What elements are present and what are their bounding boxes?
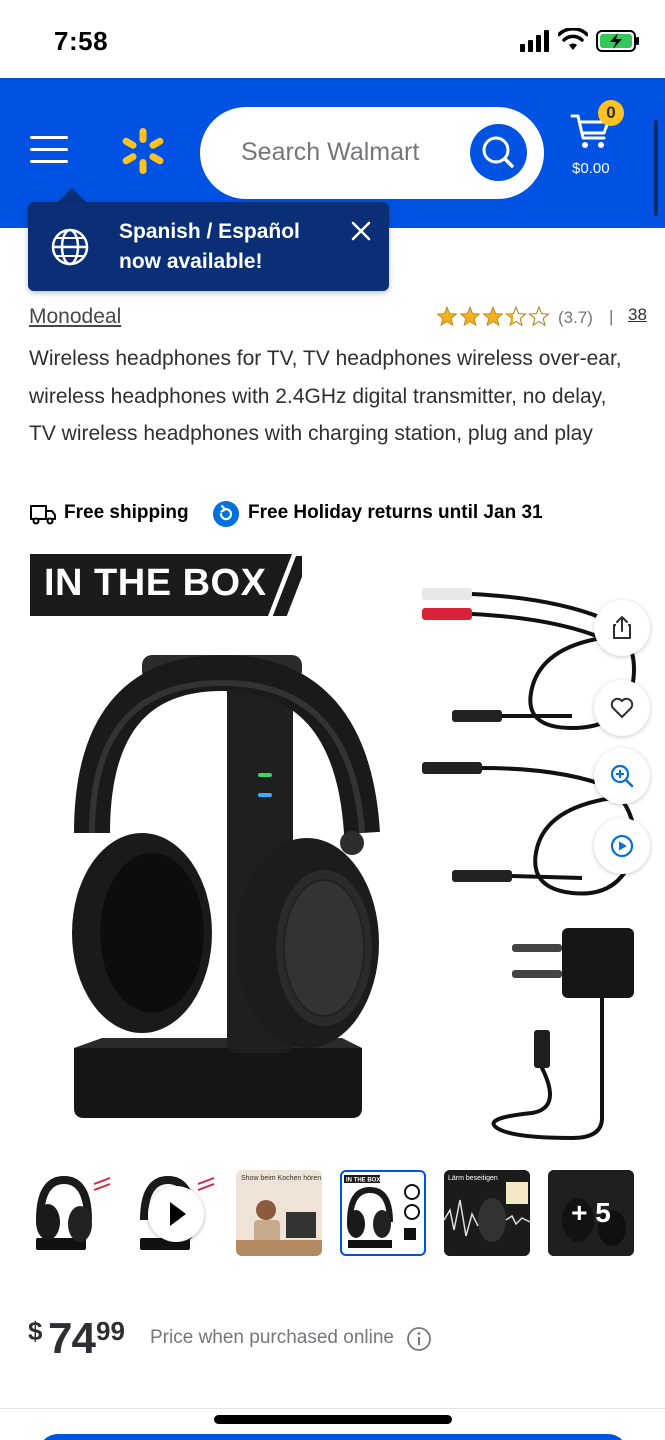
scrollbar[interactable] [654,120,658,216]
favorite-button[interactable] [594,680,650,736]
status-bar: 7:58 [0,0,665,78]
share-button[interactable] [594,600,650,656]
thumbnail-5-caption: Lärm beseitigen [448,1175,498,1182]
shipping-text: Free shipping [64,502,189,523]
thumbnail-1[interactable] [28,1170,114,1256]
price-currency: $ [28,1316,43,1346]
price-note: Price when purchased online [150,1327,394,1348]
truck-icon [30,505,56,525]
search-icon [482,136,514,168]
wifi-icon [558,28,588,50]
thumbnail-3[interactable]: Show beim Kochen hören [236,1170,322,1256]
returns-text: Free Holiday returns until Jan 31 [248,502,543,523]
search-placeholder: Search Walmart [241,138,420,166]
cellular-signal-icon [520,30,549,52]
noise-cancel-thumbnail-image: Lärm beseitigen [444,1170,530,1256]
cart-count-badge: 0 [598,100,624,126]
play-icon [170,1202,186,1226]
headphones-illustration [72,654,380,1118]
share-icon [613,616,631,639]
thumbnail-more[interactable]: + 5 [548,1170,634,1256]
zoom-in-icon [610,764,634,788]
more-images-count: + 5 [571,1197,611,1228]
thumbnail-strip: Show beim Kochen hören IN THE BOX Lärm b… [28,1168,638,1260]
video-button[interactable] [594,818,650,874]
add-to-cart-bar[interactable] [38,1434,628,1440]
walmart-spark-logo[interactable] [118,126,168,176]
in-the-box-thumbnail-image: IN THE BOX [344,1175,420,1248]
battery-charging-icon [596,30,639,52]
language-toast[interactable]: Spanish / Español now available! [28,202,389,291]
headphones-thumbnail-image [36,1175,111,1250]
play-circle-icon [610,834,634,858]
in-the-box-text: IN THE BOX [44,562,267,604]
menu-button[interactable] [30,136,70,166]
cart-button[interactable]: 0 $0.00 [566,100,636,188]
brand-link[interactable]: Monodeal [29,305,121,329]
zoom-button[interactable] [594,748,650,804]
cart-total: $0.00 [572,160,610,177]
close-icon[interactable] [350,220,372,242]
product-title: Wireless headphones for TV, TV headphone… [29,347,622,445]
returns-icon [213,501,239,527]
thumbnail-4-selected[interactable]: IN THE BOX [340,1170,426,1256]
home-indicator[interactable] [214,1415,452,1424]
toast-pointer [58,188,86,202]
heart-icon [610,697,634,718]
price-cents: 99 [96,1316,125,1346]
rating-value: (3.7) [558,308,593,327]
price-dollars: 74 [48,1314,96,1363]
star-rating-icon [437,306,549,326]
rating-summary[interactable]: (3.7) | 38 [437,304,657,332]
kitchen-scene-thumbnail-image: Show beim Kochen hören [236,1170,322,1256]
search-submit-button[interactable] [470,124,527,181]
divider [0,1408,665,1409]
thumbnail-4-caption: IN THE BOX [346,1178,380,1184]
review-count-link[interactable]: 38 [628,305,647,325]
info-icon[interactable] [406,1326,432,1352]
thumbnail-5[interactable]: Lärm beseitigen [444,1170,530,1256]
toast-message: Spanish / Español now available! [119,220,300,273]
rating-separator: | [609,307,614,326]
video-play-button[interactable] [148,1186,204,1242]
product-image[interactable]: IN THE BOX [22,548,650,1158]
search-input[interactable]: Search Walmart [200,107,544,199]
thumbnail-3-caption: Show beim Kochen hören [241,1175,321,1182]
status-time: 7:58 [54,26,109,56]
globe-icon [51,228,89,266]
